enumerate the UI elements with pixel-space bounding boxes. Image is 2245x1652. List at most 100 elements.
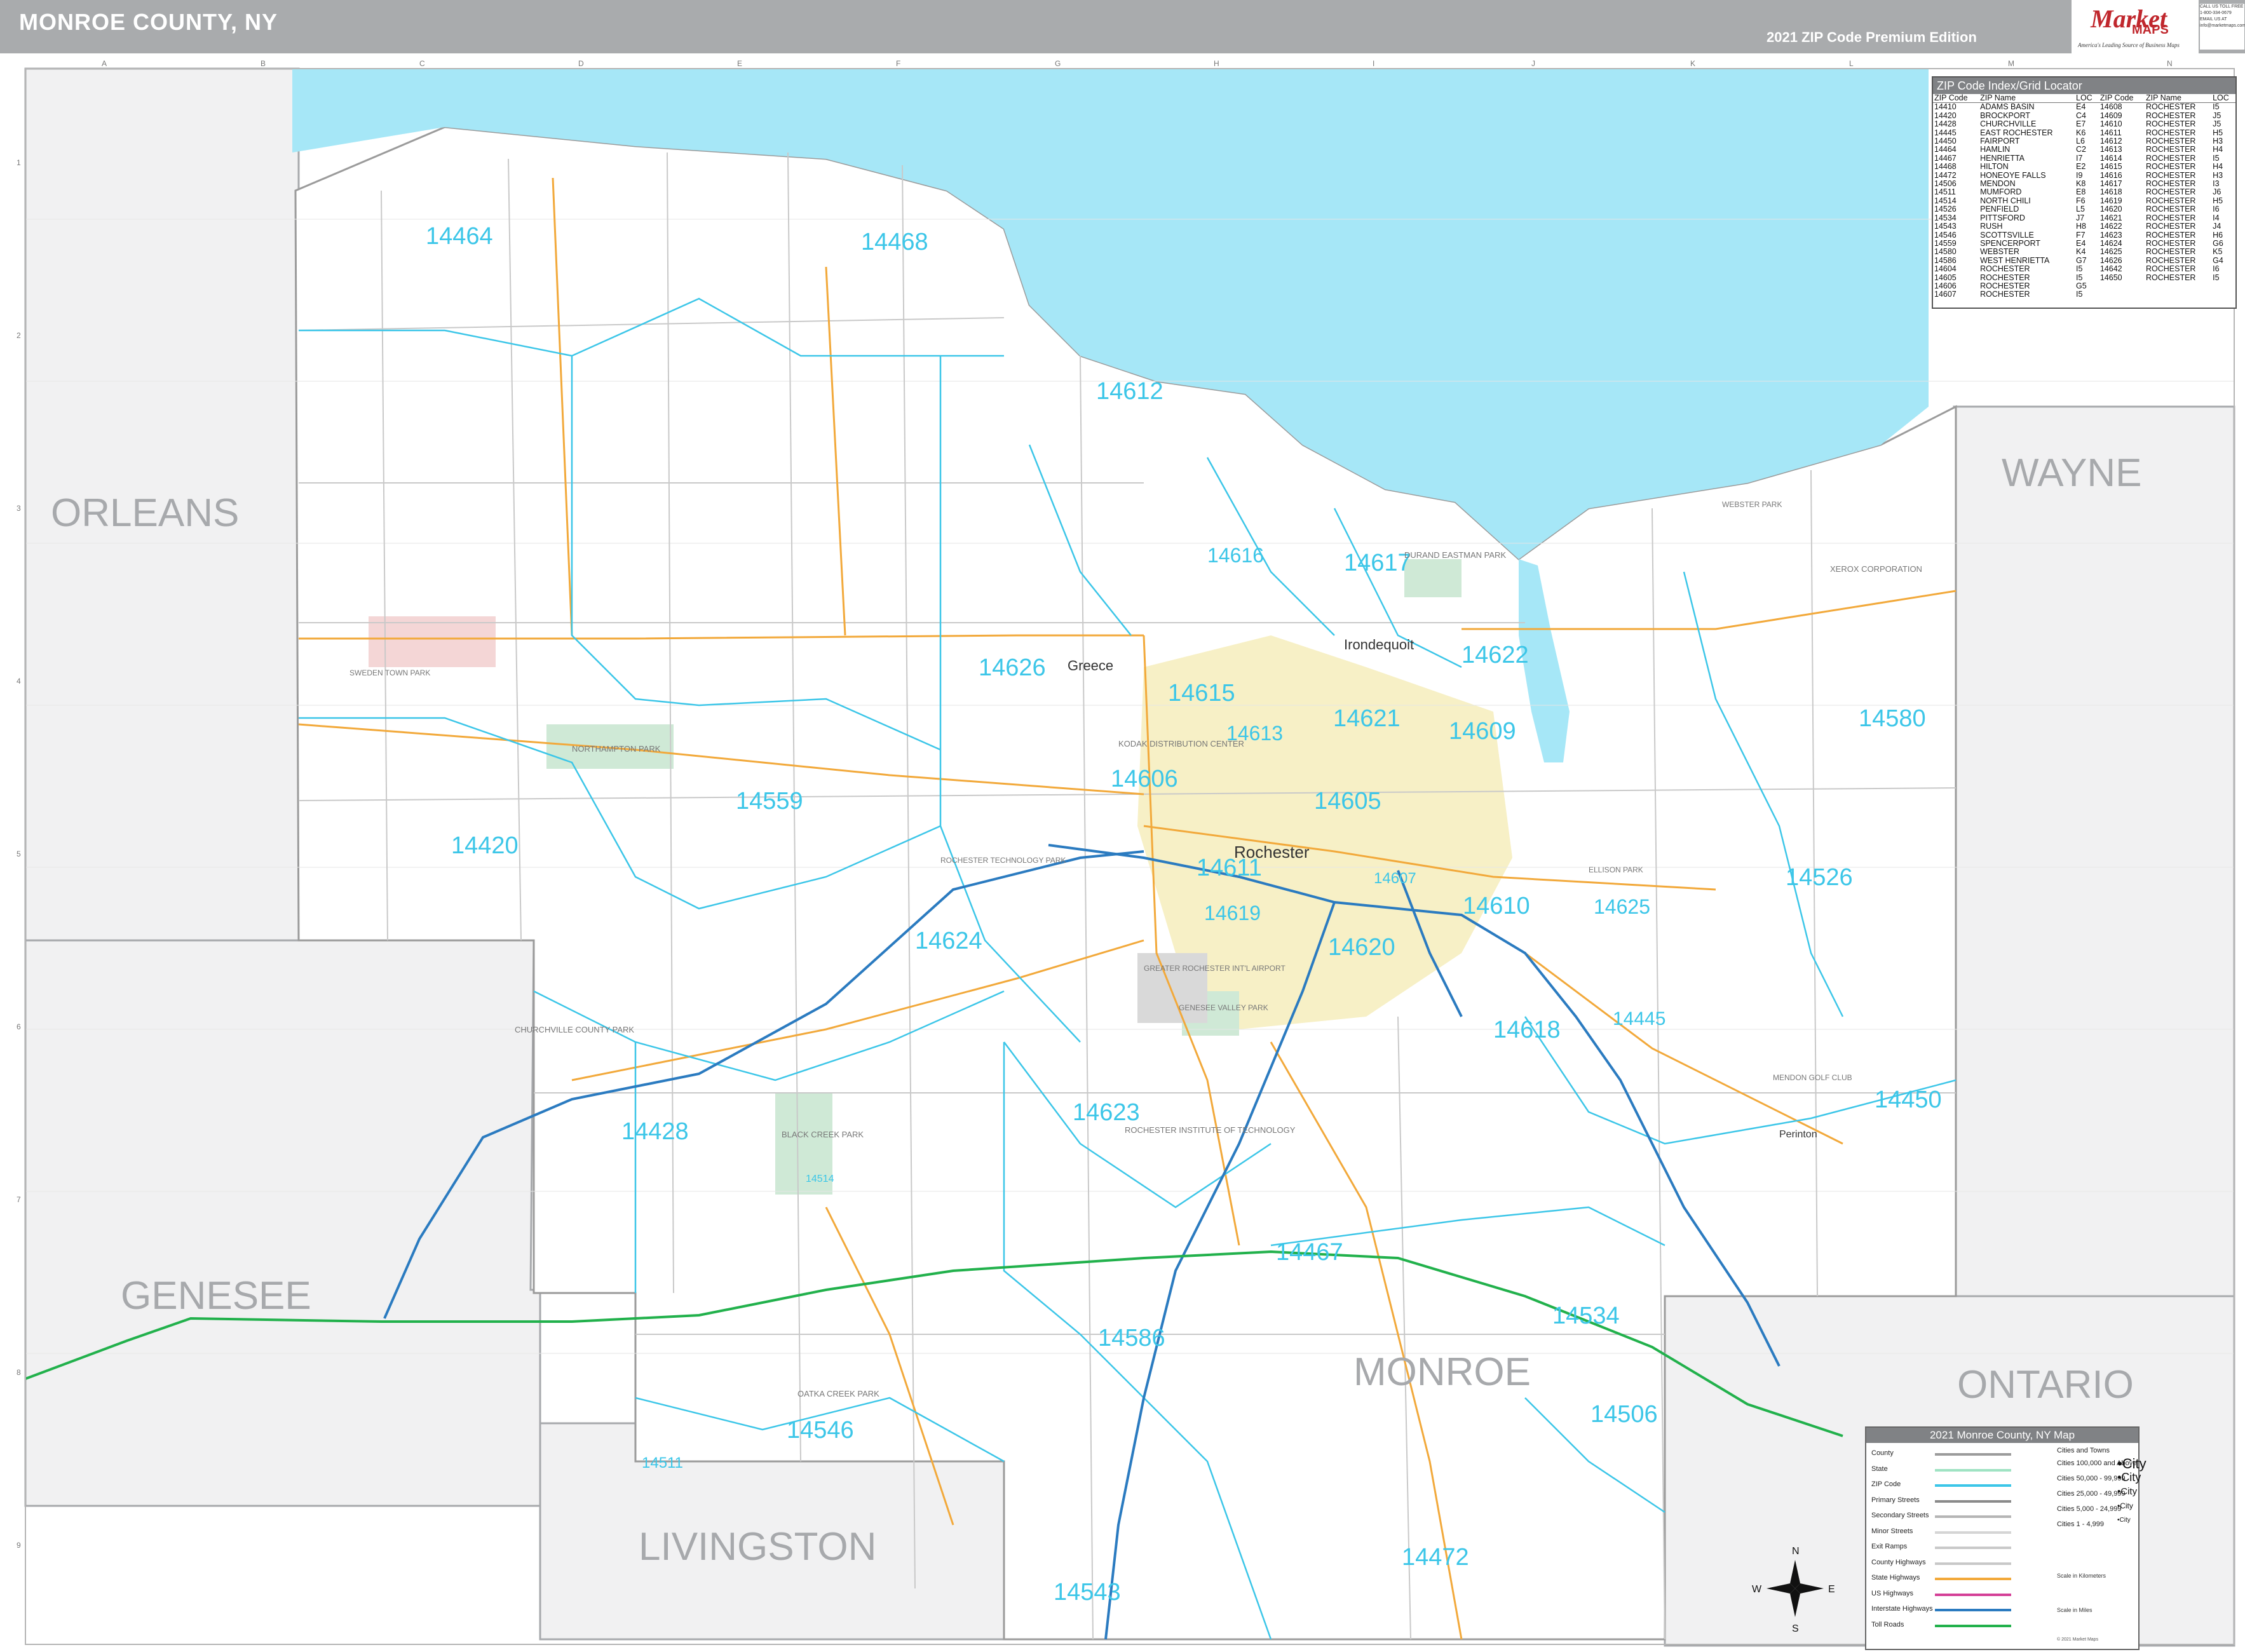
legend-item-swatch — [1935, 1624, 2011, 1627]
zip-index-cell: PENFIELD — [1980, 205, 2019, 214]
zip-index-cell: ROCHESTER — [2145, 119, 2196, 129]
zip-index-cell: G6 — [2213, 238, 2223, 248]
zip-index-cell: HAMLIN — [1980, 145, 2011, 154]
zip-label: 14586 — [1098, 1325, 1165, 1351]
contact-line: EMAIL US AT — [2200, 17, 2227, 22]
durand-eastman-park-area — [1404, 559, 1462, 597]
market-maps-logo: Market MAPS America's Leading Source of … — [2072, 0, 2199, 53]
zip-index-row: 14514 NORTH CHILI F6 14619 ROCHESTER H5 — [1933, 196, 2235, 205]
zip-index-cell: ROCHESTER — [2145, 247, 2196, 257]
zip-index-cell: ROCHESTER — [2145, 102, 2196, 112]
zip-index-cell: ROCHESTER — [2145, 196, 2196, 205]
map-edition: 2021 ZIP Code Premium Edition — [1767, 29, 1977, 45]
zip-index-row: 14580 WEBSTER K4 14625 ROCHESTER K5 — [1933, 247, 2235, 257]
zip-index-cell: H3 — [2213, 170, 2223, 180]
zip-index-cell: NORTH CHILI — [1980, 196, 2031, 205]
zip-index-cell: K8 — [2076, 179, 2086, 189]
logo-tagline: America's Leading Source of Business Map… — [2078, 42, 2180, 48]
zip-label: 14468 — [861, 229, 928, 255]
zip-index-cell: 14608 — [2099, 102, 2122, 112]
zip-index-row: 14546 SCOTTSVILLE F7 14623 ROCHESTER H6 — [1933, 231, 2235, 240]
legend-city-sample: •City — [2117, 1456, 2147, 1472]
legend-city-label: Cities 5,000 - 24,999 — [2057, 1505, 2122, 1513]
zip-index-cell: 14546 — [1934, 230, 1957, 240]
brockport-town-area — [369, 616, 496, 667]
col-header: ZIP Name — [2144, 93, 2212, 104]
contact-box: CALL US TOLL FREE 1-800-334-0679 EMAIL U… — [2200, 4, 2245, 50]
zip-index-cell: RUSH — [1980, 222, 2003, 231]
place-label: Irondequoit — [1344, 637, 1414, 653]
legend-item-label: Secondary Streets — [1871, 1512, 1929, 1519]
zip-index-cell: J5 — [2213, 111, 2221, 120]
grid-row-label: 7 — [17, 1195, 21, 1204]
zip-index-cell: 14613 — [2099, 145, 2122, 154]
zip-index-cell: I5 — [2076, 264, 2083, 274]
zip-index-cell: J6 — [2213, 187, 2221, 197]
place-label: XEROX CORPORATION — [1830, 564, 1922, 574]
zip-index-row: 14410 ADAMS BASIN E4 14608 ROCHESTER I5 — [1933, 103, 2235, 112]
place-label: MENDON GOLF CLUB — [1773, 1073, 1852, 1082]
col-header: LOC — [2211, 93, 2235, 104]
grid-col-label: H — [1214, 59, 1219, 68]
zip-index-cell: 14611 — [2099, 128, 2122, 137]
zip-index-cell: L5 — [2076, 205, 2085, 214]
genesee-county-area — [24, 939, 541, 1507]
zip-label: 14621 — [1333, 705, 1401, 732]
zip-index-cell: 14615 — [2099, 162, 2122, 172]
map-legend: 2021 Monroe County, NY Map County State ZI… — [1865, 1426, 2147, 1650]
zip-label: 14580 — [1859, 705, 1926, 732]
zip-label: 14428 — [621, 1118, 689, 1145]
zip-index-cell: F6 — [2076, 196, 2086, 205]
grid-row-label: 4 — [17, 677, 21, 686]
zip-index-row: 14464 HAMLIN C2 14613 ROCHESTER H4 — [1933, 146, 2235, 154]
place-label: WEBSTER PARK — [1722, 500, 1782, 509]
zip-index-cell: I7 — [2076, 153, 2083, 163]
wayne-county-area — [1953, 405, 2235, 1425]
zip-index-cell: ROCHESTER — [2145, 128, 2196, 137]
grid-row-label: 3 — [17, 504, 21, 513]
zip-index-cell: I5 — [2213, 153, 2220, 163]
county-label-ontario: ONTARIO — [1957, 1363, 2134, 1407]
legend-item-swatch — [1935, 1468, 2011, 1472]
zip-index-row: 14526 PENFIELD L5 14620 ROCHESTER I6 — [1933, 205, 2235, 213]
zip-label: 14625 — [1594, 895, 1650, 918]
grid-row-label: 8 — [17, 1368, 21, 1377]
zip-index-row: 14559 SPENCERPORT E4 14624 ROCHESTER G6 — [1933, 238, 2235, 248]
zip-index-cell: J5 — [2213, 119, 2221, 129]
zip-label: 14450 — [1875, 1087, 1942, 1113]
county-map: A B C D E F G H I J K L M N 1 2 3 4 5 6 … — [0, 53, 2245, 1652]
county-label-monroe: MONROE — [1353, 1350, 1531, 1394]
zip-index-cell: 14559 — [1934, 238, 1957, 248]
grid-col-label: N — [2167, 59, 2173, 68]
zip-index-cell: 14622 — [2099, 222, 2122, 231]
zip-index-cell: 14445 — [1934, 128, 1957, 137]
zip-index-row: 14450 FAIRPORT L6 14612 ROCHESTER H3 — [1933, 137, 2235, 146]
zip-index-cell: 14506 — [1934, 179, 1957, 189]
zip-index-cell: 14526 — [1934, 205, 1957, 214]
zip-index-cell: 14625 — [2099, 247, 2122, 257]
zip-index-panel: ZIP Code Index/Grid Locator ZIP Code ZIP… — [1932, 76, 2237, 309]
zip-index-cell: 14467 — [1934, 153, 1957, 163]
legend-item-label: Exit Ramps — [1871, 1543, 1908, 1550]
zip-index-cell: HENRIETTA — [1980, 153, 2025, 163]
contact-line: info@marketmaps.com — [2200, 24, 2245, 28]
zip-index-cell: ROCHESTER — [2145, 213, 2196, 222]
zip-index-cell: 14586 — [1934, 255, 1957, 265]
zip-index-cell: H4 — [2213, 162, 2223, 172]
place-label: ROCHESTER TECHNOLOGY PARK — [940, 856, 1066, 865]
zip-index-cell: I9 — [2076, 170, 2083, 180]
zip-index-row: 14607 ROCHESTER I5 — [1933, 290, 2235, 299]
grid-col-label: A — [102, 59, 107, 68]
zip-index-cell: ROCHESTER — [2145, 179, 2196, 189]
zip-index-cell: ROCHESTER — [2145, 111, 2196, 120]
zip-index-cell: ROCHESTER — [2145, 187, 2196, 197]
zip-index-cell: I3 — [2213, 179, 2220, 189]
zip-label: 14506 — [1590, 1401, 1658, 1428]
zip-index-cell: ROCHESTER — [2145, 238, 2196, 248]
zip-index-cell: K4 — [2076, 247, 2086, 257]
zip-index-cell: ROCHESTER — [1980, 264, 2030, 274]
legend-city-sample: •City — [2117, 1501, 2133, 1510]
zip-label: 14445 — [1613, 1008, 1665, 1029]
zip-index-cell — [2099, 290, 2145, 299]
place-label: ROCHESTER INSTITUTE OF TECHNOLOGY — [1125, 1125, 1296, 1135]
